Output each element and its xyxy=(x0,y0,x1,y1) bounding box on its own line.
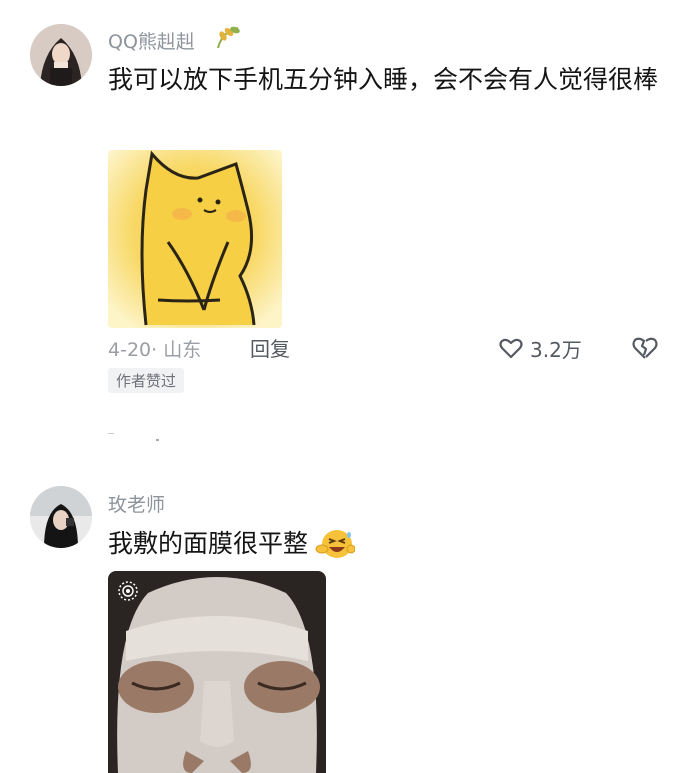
divider xyxy=(108,428,168,447)
reply-button[interactable]: 回复 xyxy=(250,333,290,362)
avatar[interactable] xyxy=(30,486,92,548)
comment-1: QQ熊赳赳 我可以放下手机五分钟入睡，会不会有人觉得很棒 4-20· 山东 回复… xyxy=(0,0,690,420)
comment-text: 我可以放下手机五分钟入睡，会不会有人觉得很棒 xyxy=(108,65,659,94)
avatar-image xyxy=(30,486,92,548)
sticker-image[interactable] xyxy=(108,150,282,328)
dislike-button[interactable] xyxy=(630,333,660,363)
like-count: 3.2万 xyxy=(530,337,582,362)
username[interactable]: QQ熊赳赳 xyxy=(108,27,195,54)
comment-text-content: 我敷的面膜很平整 xyxy=(108,529,309,558)
avatar-image xyxy=(30,24,92,86)
avatar[interactable] xyxy=(30,24,92,86)
comment-text: 我敷的面膜很平整 xyxy=(108,522,308,566)
like-button[interactable]: 3.2万 xyxy=(498,333,582,363)
broken-heart-icon xyxy=(630,337,660,367)
post-photo[interactable] xyxy=(108,571,326,773)
grain-icon xyxy=(214,24,242,50)
author-liked-badge: 作者赞过 xyxy=(108,368,185,393)
username[interactable]: 玫老师 xyxy=(108,490,165,517)
comment-2 xyxy=(0,480,690,773)
heart-icon xyxy=(498,335,524,361)
date-location: 4-20· 山东 xyxy=(108,339,202,361)
grinning-emoji-icon xyxy=(315,527,356,561)
